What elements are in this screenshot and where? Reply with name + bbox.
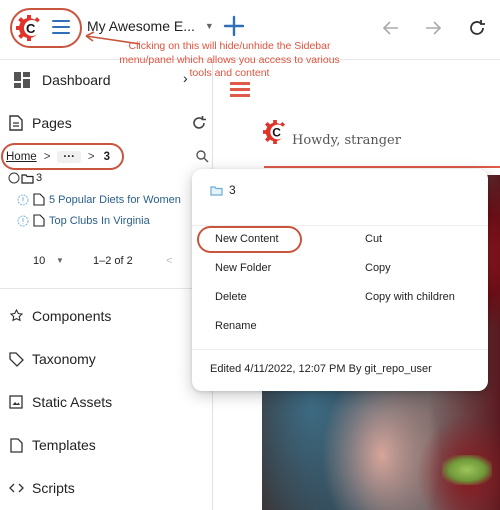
info-status-icon xyxy=(17,194,29,205)
svg-text:C: C xyxy=(26,21,36,36)
page-icon xyxy=(33,214,45,227)
search-icon[interactable] xyxy=(195,149,209,163)
info-status-icon xyxy=(17,215,29,226)
crafter-logo-icon: C xyxy=(263,120,286,144)
arrow-forward-icon[interactable] xyxy=(422,17,444,39)
menu-item-delete[interactable]: Delete xyxy=(215,291,247,303)
file-icon xyxy=(8,437,24,453)
menu-item-new-folder[interactable]: New Folder xyxy=(215,262,271,274)
folder-icon xyxy=(210,185,223,196)
tree-item-label: 3 xyxy=(36,172,43,184)
sidebar-item-taxonomy[interactable]: Taxonomy xyxy=(0,349,213,369)
sidebar-item-label: Scripts xyxy=(32,480,75,496)
tree-item-label: Top Clubs In Virginia xyxy=(49,214,150,227)
reload-icon[interactable] xyxy=(466,17,488,39)
refresh-icon[interactable] xyxy=(190,114,208,132)
page-icon xyxy=(8,115,24,131)
code-icon xyxy=(8,480,24,496)
tree-item-label: 5 Popular Diets for Women xyxy=(49,193,181,206)
sidebar-item-templates[interactable]: Templates xyxy=(0,435,213,455)
folder-icon xyxy=(21,173,34,184)
preview-menu-icon[interactable] xyxy=(230,82,250,98)
edit-info: Edited 4/11/2022, 12:07 PM By git_repo_u… xyxy=(210,363,432,375)
previous-page-button[interactable]: < xyxy=(166,255,172,267)
dashboard-icon xyxy=(14,72,30,88)
svg-text:C: C xyxy=(272,126,281,140)
context-menu-header: 3 xyxy=(210,183,236,197)
menu-item-cut[interactable]: Cut xyxy=(365,233,382,245)
image-icon xyxy=(8,394,24,410)
tag-icon xyxy=(8,351,24,367)
breadcrumb-home[interactable]: Home xyxy=(6,151,37,163)
page-icon xyxy=(33,193,45,206)
divider xyxy=(192,225,488,226)
arrow-back-icon[interactable] xyxy=(380,17,402,39)
menu-item-rename[interactable]: Rename xyxy=(215,320,257,332)
chevron-right-icon: > xyxy=(43,151,51,163)
annotation-text: Clicking on this will hide/unhide the Si… xyxy=(119,40,340,79)
tree-folder-item[interactable]: 3 xyxy=(8,172,42,184)
site-selector[interactable]: My Awesome E... ▼ xyxy=(87,18,214,34)
sidebar-item-pages[interactable]: Pages xyxy=(0,112,213,134)
sidebar-item-label: Dashboard xyxy=(42,72,111,88)
menu-item-new-content[interactable]: New Content xyxy=(215,233,279,245)
context-menu-title: 3 xyxy=(229,183,236,197)
pagination: 10 ▼ 1–2 of 2 < xyxy=(33,255,213,271)
breadcrumb: Home > ··· > 3 xyxy=(6,148,110,166)
context-menu: 3 New Content New Folder Delete Rename C… xyxy=(192,169,488,391)
page-size-select[interactable]: 10 xyxy=(33,255,45,267)
sidebar-item-static-assets[interactable]: Static Assets xyxy=(0,392,213,412)
sidebar-toggle-button[interactable] xyxy=(52,20,70,36)
sidebar-item-components[interactable]: Components xyxy=(0,306,213,326)
sidebar-item-label: Pages xyxy=(32,115,72,131)
chevron-right-icon: > xyxy=(87,151,95,163)
site-name: My Awesome E... xyxy=(87,18,195,34)
sidebar-item-label: Taxonomy xyxy=(32,351,96,367)
sidebar-item-label: Static Assets xyxy=(32,394,113,410)
tree-page-item[interactable]: Top Clubs In Virginia xyxy=(17,214,150,227)
strawberry-detail xyxy=(442,455,492,485)
tree-page-item[interactable]: 5 Popular Diets for Women xyxy=(17,193,181,206)
divider xyxy=(192,349,488,350)
breadcrumb-ellipsis[interactable]: ··· xyxy=(57,151,81,163)
radio-icon[interactable] xyxy=(8,172,20,184)
menu-item-copy-with-children[interactable]: Copy with children xyxy=(365,291,455,303)
sidebar-item-scripts[interactable]: Scripts xyxy=(0,478,213,498)
sidebar-item-label: Templates xyxy=(32,437,96,453)
greeting-text: Howdy, stranger xyxy=(292,133,401,148)
crafter-logo-icon[interactable]: C xyxy=(16,15,42,41)
chevron-down-icon: ▼ xyxy=(204,21,214,31)
breadcrumb-current[interactable]: 3 xyxy=(104,151,110,163)
divider xyxy=(264,166,500,168)
sidebar-item-label: Components xyxy=(32,308,112,324)
components-icon xyxy=(8,308,24,324)
menu-item-copy[interactable]: Copy xyxy=(365,262,391,274)
add-icon[interactable] xyxy=(222,14,246,38)
page-range: 1–2 of 2 xyxy=(93,255,133,267)
divider xyxy=(0,288,213,289)
sidebar: Dashboard › Pages Home > ··· > 3 3 5 Pop… xyxy=(0,60,213,510)
chevron-down-icon[interactable]: ▼ xyxy=(56,256,64,265)
